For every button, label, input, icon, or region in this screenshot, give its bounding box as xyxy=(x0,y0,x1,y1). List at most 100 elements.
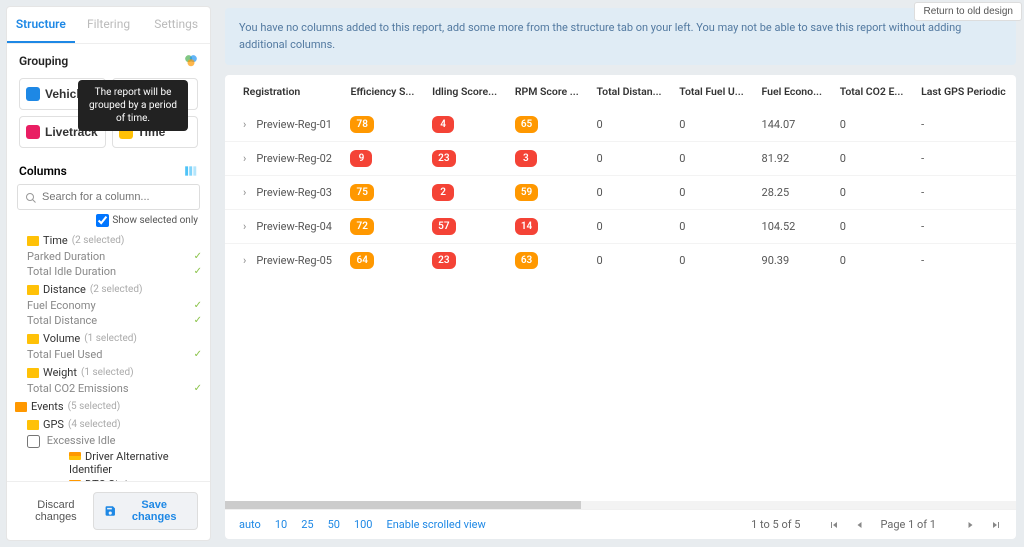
col-total-distance[interactable]: Total Distan... xyxy=(588,75,671,108)
cell-distance: 0 xyxy=(588,244,671,278)
pagesize-100[interactable]: 100 xyxy=(354,518,373,531)
cell-distance: 0 xyxy=(588,210,671,244)
leaf-total-fuel-used[interactable]: Total Fuel Used✓ xyxy=(27,347,202,362)
tab-settings[interactable]: Settings xyxy=(142,7,210,43)
efficiency-pill: 72 xyxy=(350,218,373,235)
col-total-fuel[interactable]: Total Fuel U... xyxy=(671,75,753,108)
cell-registration: Preview-Reg-05 xyxy=(256,254,332,267)
leaf-total-co2[interactable]: Total CO2 Emissions✓ xyxy=(27,381,202,396)
expand-row-icon[interactable]: › xyxy=(243,152,256,165)
expand-row-icon[interactable]: › xyxy=(243,118,256,131)
tab-filtering[interactable]: Filtering xyxy=(75,7,143,43)
pagesize-50[interactable]: 50 xyxy=(328,518,340,531)
cell-registration: Preview-Reg-02 xyxy=(256,152,332,165)
cell-distance: 0 xyxy=(588,142,671,176)
col-idling[interactable]: Idling Score... xyxy=(424,75,507,108)
leaf-driver-alt-id[interactable]: Driver Alternative Identifier xyxy=(27,449,202,477)
leaf-excessive-idle[interactable]: Excessive Idle xyxy=(27,433,202,449)
show-selected-checkbox[interactable] xyxy=(96,214,109,227)
folder-icon xyxy=(27,368,39,378)
pagesize-auto[interactable]: auto xyxy=(239,518,261,531)
rpm-pill: 3 xyxy=(515,150,537,167)
pagesize-10[interactable]: 10 xyxy=(275,518,287,531)
cell-fuel: 0 xyxy=(671,210,753,244)
columns-title: Columns xyxy=(19,164,67,178)
cell-econ: 104.52 xyxy=(754,210,832,244)
horizontal-scrollbar[interactable] xyxy=(225,501,1016,509)
cell-gps: - xyxy=(913,142,1016,176)
col-registration[interactable]: Registration xyxy=(225,75,342,108)
column-search-input[interactable] xyxy=(17,184,200,210)
return-old-design-button[interactable]: Return to old design xyxy=(914,2,1022,21)
grouping-title: Grouping xyxy=(19,54,68,68)
leaf-total-distance[interactable]: Total Distance✓ xyxy=(27,313,202,328)
folder-icon xyxy=(15,402,27,412)
pagesize-25[interactable]: 25 xyxy=(301,518,313,531)
save-icon xyxy=(104,504,117,518)
folder-icon xyxy=(27,285,39,295)
page-next-icon[interactable] xyxy=(964,519,976,531)
cell-econ: 28.25 xyxy=(754,176,832,210)
expand-row-icon[interactable]: › xyxy=(243,220,256,233)
no-columns-alert: You have no columns added to this report… xyxy=(225,8,1016,65)
col-last-gps[interactable]: Last GPS Periodic xyxy=(913,75,1016,108)
efficiency-pill: 78 xyxy=(350,116,373,133)
col-rpm[interactable]: RPM Score ... xyxy=(507,75,589,108)
show-selected-toggle[interactable]: Show selected only xyxy=(7,210,210,231)
cell-fuel: 0 xyxy=(671,142,753,176)
excessive-idle-checkbox[interactable] xyxy=(27,435,40,448)
column-tree: Time (2 selected) Parked Duration✓ Total… xyxy=(7,231,210,481)
columns-icon[interactable] xyxy=(184,164,198,178)
folder-time[interactable]: Time (2 selected) xyxy=(27,232,202,249)
folder-distance[interactable]: Distance (2 selected) xyxy=(27,281,202,298)
col-total-co2[interactable]: Total CO2 E... xyxy=(832,75,913,108)
cell-co2: 0 xyxy=(832,108,913,142)
expand-row-icon[interactable]: › xyxy=(243,186,256,199)
folder-icon xyxy=(27,334,39,344)
table-row: ›Preview-Reg-056423630090.390- xyxy=(225,244,1016,278)
cell-fuel: 0 xyxy=(671,244,753,278)
tab-structure[interactable]: Structure xyxy=(7,7,75,43)
cell-distance: 0 xyxy=(588,108,671,142)
efficiency-pill: 75 xyxy=(350,184,373,201)
livetrack-icon xyxy=(26,125,40,139)
folder-events[interactable]: Events (5 selected) xyxy=(15,398,202,415)
grouping-tooltip: The report will be grouped by a period o… xyxy=(78,80,188,131)
folder-gps[interactable]: GPS (4 selected) xyxy=(27,416,202,433)
table-footer: auto 10 25 50 100 Enable scrolled view 1… xyxy=(225,509,1016,539)
cell-econ: 90.39 xyxy=(754,244,832,278)
folder-icon xyxy=(27,420,39,430)
save-changes-button[interactable]: Save changes xyxy=(93,492,198,530)
table-row: ›Preview-Reg-017846500144.070- xyxy=(225,108,1016,142)
page-prev-icon[interactable] xyxy=(854,519,866,531)
folder-volume[interactable]: Volume (1 selected) xyxy=(27,330,202,347)
leaf-parked-duration[interactable]: Parked Duration✓ xyxy=(27,249,202,264)
main-panel: You have no columns added to this report… xyxy=(211,0,1024,547)
search-icon xyxy=(25,192,37,204)
leaf-dtc-status[interactable]: DTC Status xyxy=(27,477,202,481)
folder-weight[interactable]: Weight (1 selected) xyxy=(27,364,202,381)
rpm-pill: 14 xyxy=(515,218,538,235)
enable-scrolled-view[interactable]: Enable scrolled view xyxy=(386,518,485,531)
color-swatch-icon[interactable] xyxy=(184,54,198,68)
discard-changes-button[interactable]: Discard changes xyxy=(19,492,93,530)
leaf-total-idle-duration[interactable]: Total Idle Duration✓ xyxy=(27,264,202,279)
table-row: ›Preview-Reg-0292330081.920- xyxy=(225,142,1016,176)
col-efficiency[interactable]: Efficiency S... xyxy=(342,75,424,108)
field-icon xyxy=(69,480,81,481)
scrollbar-thumb[interactable] xyxy=(225,501,581,509)
col-fuel-econ[interactable]: Fuel Econo... xyxy=(754,75,832,108)
cell-gps: - xyxy=(913,176,1016,210)
cell-co2: 0 xyxy=(832,176,913,210)
page-first-icon[interactable] xyxy=(828,519,840,531)
cell-registration: Preview-Reg-03 xyxy=(256,186,332,199)
page-last-icon[interactable] xyxy=(990,519,1002,531)
expand-row-icon[interactable]: › xyxy=(243,254,256,267)
cell-registration: Preview-Reg-04 xyxy=(256,220,332,233)
show-selected-label: Show selected only xyxy=(112,215,198,226)
idling-pill: 23 xyxy=(432,150,455,167)
cell-distance: 0 xyxy=(588,176,671,210)
table-header-row: Registration Efficiency S... Idling Scor… xyxy=(225,75,1016,108)
rpm-pill: 65 xyxy=(515,116,538,133)
leaf-fuel-economy[interactable]: Fuel Economy✓ xyxy=(27,298,202,313)
